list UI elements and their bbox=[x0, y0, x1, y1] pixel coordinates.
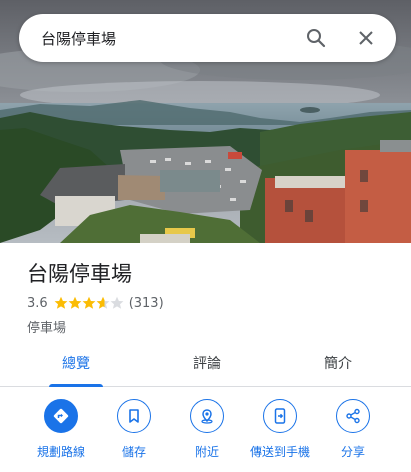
tab-overview[interactable]: 總覽 bbox=[35, 340, 117, 387]
directions-label: 規劃路線 bbox=[36, 445, 85, 459]
save-button[interactable]: 儲存 bbox=[94, 399, 174, 460]
tab-active-indicator bbox=[49, 384, 103, 387]
directions-button[interactable]: 規劃路線 bbox=[21, 399, 101, 460]
bookmark-icon[interactable] bbox=[117, 399, 151, 433]
review-count[interactable]: (313) bbox=[129, 296, 164, 311]
rating-row[interactable]: 3.6 (313) bbox=[27, 294, 164, 312]
rating-value: 3.6 bbox=[27, 295, 48, 311]
directions-icon[interactable] bbox=[44, 399, 78, 433]
place-title: 台陽停車場 bbox=[27, 262, 132, 286]
tab-about[interactable]: 簡介 bbox=[297, 340, 379, 386]
share-button[interactable]: 分享 bbox=[313, 399, 393, 460]
send-to-phone-button[interactable]: 傳送到手機 bbox=[240, 399, 320, 460]
tab-reviews-label: 評論 bbox=[193, 356, 221, 372]
action-bar: 規劃路線 儲存 附近 傳送到手機 分享 bbox=[0, 399, 411, 469]
send-to-phone-label: 傳送到手機 bbox=[249, 445, 310, 459]
search-bar[interactable]: 台陽停車場 bbox=[19, 14, 396, 62]
save-label: 儲存 bbox=[121, 445, 146, 459]
tab-reviews[interactable]: 評論 bbox=[166, 340, 248, 386]
star-icon bbox=[82, 296, 96, 309]
tab-overview-label: 總覽 bbox=[62, 356, 90, 372]
star-icon bbox=[68, 296, 82, 309]
star-icon bbox=[96, 296, 110, 309]
close-icon[interactable] bbox=[354, 26, 378, 50]
nearby-label: 附近 bbox=[194, 445, 219, 459]
tab-bar: 總覽 評論 簡介 bbox=[0, 340, 411, 387]
search-icon[interactable] bbox=[304, 26, 328, 50]
share-label: 分享 bbox=[340, 445, 365, 459]
star-icon bbox=[54, 296, 68, 309]
search-input[interactable]: 台陽停車場 bbox=[41, 28, 304, 49]
place-category[interactable]: 停車場 bbox=[27, 317, 66, 336]
nearby-button[interactable]: 附近 bbox=[167, 399, 247, 460]
star-icon bbox=[110, 296, 124, 309]
nearby-icon[interactable] bbox=[190, 399, 224, 433]
share-icon[interactable] bbox=[336, 399, 370, 433]
rating-stars bbox=[54, 296, 124, 310]
send-to-phone-icon[interactable] bbox=[263, 399, 297, 433]
tab-about-label: 簡介 bbox=[324, 356, 352, 372]
